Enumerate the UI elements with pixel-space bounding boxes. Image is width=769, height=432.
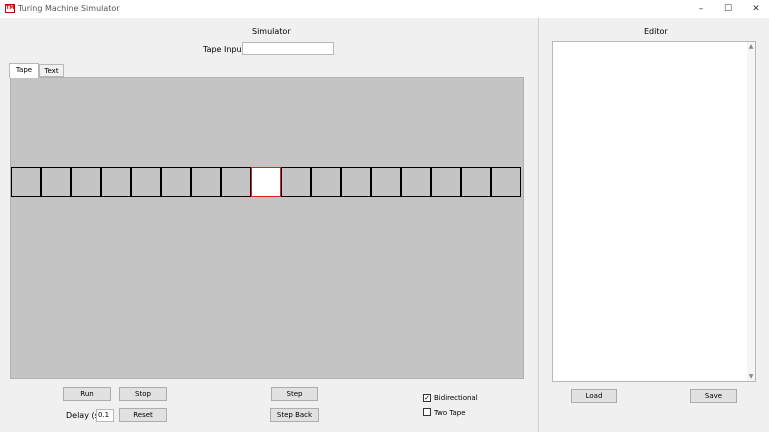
tab-tape[interactable]: Tape: [9, 63, 39, 78]
two-tape-checkbox[interactable]: [423, 408, 431, 416]
editor-textarea[interactable]: ▲ ▼: [552, 41, 756, 382]
run-button[interactable]: Run: [63, 387, 111, 401]
tape-cell: [371, 167, 401, 197]
tape-cell: [281, 167, 311, 197]
panel-divider[interactable]: [538, 18, 539, 432]
app-logo-icon: TM: [5, 4, 15, 13]
tape-input[interactable]: [242, 42, 334, 55]
reset-button[interactable]: Reset: [119, 408, 167, 422]
bidirectional-label: Bidirectional: [434, 394, 478, 402]
tape-cell: [431, 167, 461, 197]
bidirectional-checkbox[interactable]: ✓: [423, 394, 431, 402]
minimize-icon[interactable]: –: [691, 2, 711, 16]
title-bar: TM Turing Machine Simulator – ☐ ✕: [0, 0, 769, 18]
two-tape-label: Two Tape: [434, 409, 466, 417]
load-button[interactable]: Load: [571, 389, 617, 403]
tape-cell: [191, 167, 221, 197]
close-icon[interactable]: ✕: [746, 2, 766, 16]
step-button[interactable]: Step: [271, 387, 318, 401]
tape-cell: [11, 167, 41, 197]
tape-cell: [311, 167, 341, 197]
editor-scrollbar[interactable]: ▲ ▼: [747, 42, 755, 381]
delay-input[interactable]: 0.1: [96, 409, 114, 422]
tape-cell: [71, 167, 101, 197]
tape-head-cell: [251, 167, 281, 197]
simulator-title: Simulator: [252, 27, 291, 36]
tape-cell: [101, 167, 131, 197]
tape-cell: [161, 167, 191, 197]
save-button[interactable]: Save: [690, 389, 737, 403]
tape-cell: [341, 167, 371, 197]
scroll-up-icon[interactable]: ▲: [747, 43, 755, 50]
tape-cell: [461, 167, 491, 197]
stop-button[interactable]: Stop: [119, 387, 167, 401]
step-back-button[interactable]: Step Back: [270, 408, 319, 422]
tape-cell: [401, 167, 431, 197]
tape-canvas: [10, 77, 524, 379]
tab-text[interactable]: Text: [39, 64, 64, 77]
tape-cell: [41, 167, 71, 197]
window-title: Turing Machine Simulator: [18, 4, 120, 13]
maximize-icon[interactable]: ☐: [718, 2, 738, 16]
scroll-down-icon[interactable]: ▼: [747, 373, 755, 380]
tape-input-label: Tape Input:: [203, 45, 248, 54]
editor-title: Editor: [644, 27, 668, 36]
tape-cell: [491, 167, 521, 197]
tape-cell: [131, 167, 161, 197]
tape-cell: [221, 167, 251, 197]
